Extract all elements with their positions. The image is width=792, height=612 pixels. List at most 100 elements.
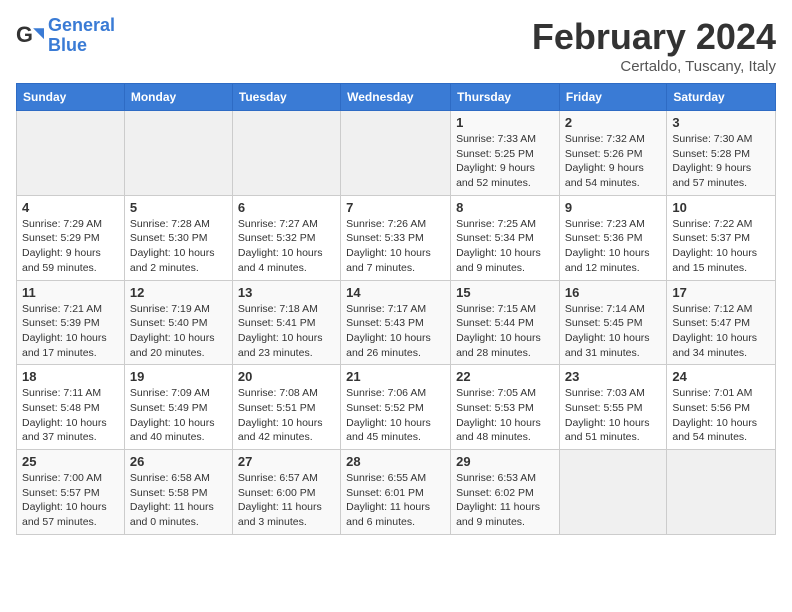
day-info: Sunrise: 7:05 AM Sunset: 5:53 PM Dayligh… [456,386,554,445]
day-number: 6 [238,200,335,215]
day-info: Sunrise: 7:33 AM Sunset: 5:25 PM Dayligh… [456,132,554,191]
logo-text: General Blue [48,16,115,56]
calendar-cell: 24 Sunrise: 7:01 AM Sunset: 5:56 PM Dayli… [667,365,776,450]
day-number: 24 [672,369,770,384]
calendar-cell: 8 Sunrise: 7:25 AM Sunset: 5:34 PM Daylig… [451,195,560,280]
calendar-cell: 11Sunrise: 7:21 AM Sunset: 5:39 PM Dayli… [17,280,125,365]
day-info: Sunrise: 6:55 AM Sunset: 6:01 PM Dayligh… [346,471,445,530]
calendar-cell: 14 Sunrise: 7:17 AM Sunset: 5:43 PM Dayli… [341,280,451,365]
day-number: 9 [565,200,661,215]
calendar-cell: 1Sunrise: 7:33 AM Sunset: 5:25 PM Daylig… [451,111,560,196]
calendar-cell: 4 Sunrise: 7:29 AM Sunset: 5:29 PM Daylig… [17,195,125,280]
day-number: 12 [130,285,227,300]
header-day-thursday: Thursday [451,84,560,111]
day-number: 17 [672,285,770,300]
calendar-cell: 23Sunrise: 7:03 AM Sunset: 5:55 PM Dayli… [559,365,666,450]
day-number: 25 [22,454,119,469]
calendar-cell: 10Sunrise: 7:22 AM Sunset: 5:37 PM Dayli… [667,195,776,280]
day-info: Sunrise: 6:53 AM Sunset: 6:02 PM Dayligh… [456,471,554,530]
calendar-week-1: 1Sunrise: 7:33 AM Sunset: 5:25 PM Daylig… [17,111,776,196]
calendar-cell: 9 Sunrise: 7:23 AM Sunset: 5:36 PM Daylig… [559,195,666,280]
day-info: Sunrise: 7:27 AM Sunset: 5:32 PM Dayligh… [238,217,335,276]
day-number: 26 [130,454,227,469]
calendar-cell: 25 Sunrise: 7:00 AM Sunset: 5:57 PM Dayli… [17,450,125,535]
day-number: 19 [130,369,227,384]
header-day-saturday: Saturday [667,84,776,111]
month-title: February 2024 [532,16,776,58]
day-info: Sunrise: 7:17 AM Sunset: 5:43 PM Dayligh… [346,302,445,361]
header-day-tuesday: Tuesday [232,84,340,111]
calendar-cell: 19Sunrise: 7:09 AM Sunset: 5:49 PM Dayli… [124,365,232,450]
day-info: Sunrise: 7:25 AM Sunset: 5:34 PM Dayligh… [456,217,554,276]
day-number: 27 [238,454,335,469]
day-info: Sunrise: 7:19 AM Sunset: 5:40 PM Dayligh… [130,302,227,361]
calendar-cell: 29Sunrise: 6:53 AM Sunset: 6:02 PM Dayli… [451,450,560,535]
day-info: Sunrise: 7:29 AM Sunset: 5:29 PM Dayligh… [22,217,119,276]
day-info: Sunrise: 7:15 AM Sunset: 5:44 PM Dayligh… [456,302,554,361]
day-info: Sunrise: 7:08 AM Sunset: 5:51 PM Dayligh… [238,386,335,445]
day-number: 21 [346,369,445,384]
day-info: Sunrise: 7:00 AM Sunset: 5:57 PM Dayligh… [22,471,119,530]
calendar-cell: 20 Sunrise: 7:08 AM Sunset: 5:51 PM Dayli… [232,365,340,450]
day-number: 20 [238,369,335,384]
calendar-cell: 3 Sunrise: 7:30 AM Sunset: 5:28 PM Daylig… [667,111,776,196]
day-info: Sunrise: 7:06 AM Sunset: 5:52 PM Dayligh… [346,386,445,445]
day-info: Sunrise: 7:01 AM Sunset: 5:56 PM Dayligh… [672,386,770,445]
day-info: Sunrise: 7:11 AM Sunset: 5:48 PM Dayligh… [22,386,119,445]
day-info: Sunrise: 7:22 AM Sunset: 5:37 PM Dayligh… [672,217,770,276]
calendar-cell [232,111,340,196]
calendar-cell [667,450,776,535]
day-number: 3 [672,115,770,130]
title-block: February 2024 Certaldo, Tuscany, Italy [532,16,776,75]
header-day-friday: Friday [559,84,666,111]
calendar-cell: 7Sunrise: 7:26 AM Sunset: 5:33 PM Daylig… [341,195,451,280]
calendar-cell: 18 Sunrise: 7:11 AM Sunset: 5:48 PM Dayli… [17,365,125,450]
calendar-cell: 22 Sunrise: 7:05 AM Sunset: 5:53 PM Dayli… [451,365,560,450]
header-row: SundayMondayTuesdayWednesdayThursdayFrid… [17,84,776,111]
day-number: 4 [22,200,119,215]
day-info: Sunrise: 7:12 AM Sunset: 5:47 PM Dayligh… [672,302,770,361]
calendar-cell: 13 Sunrise: 7:18 AM Sunset: 5:41 PM Dayli… [232,280,340,365]
logo-blue: Blue [48,36,115,56]
day-number: 5 [130,200,227,215]
day-info: Sunrise: 7:32 AM Sunset: 5:26 PM Dayligh… [565,132,661,191]
calendar-week-2: 4 Sunrise: 7:29 AM Sunset: 5:29 PM Daylig… [17,195,776,280]
day-number: 2 [565,115,661,130]
calendar-cell [559,450,666,535]
day-number: 8 [456,200,554,215]
header-day-sunday: Sunday [17,84,125,111]
calendar-cell: 26 Sunrise: 6:58 AM Sunset: 5:58 PM Dayli… [124,450,232,535]
day-info: Sunrise: 7:18 AM Sunset: 5:41 PM Dayligh… [238,302,335,361]
calendar-cell: 28 Sunrise: 6:55 AM Sunset: 6:01 PM Dayli… [341,450,451,535]
day-info: Sunrise: 6:58 AM Sunset: 5:58 PM Dayligh… [130,471,227,530]
calendar-cell: 16 Sunrise: 7:14 AM Sunset: 5:45 PM Dayli… [559,280,666,365]
day-info: Sunrise: 7:03 AM Sunset: 5:55 PM Dayligh… [565,386,661,445]
calendar-cell: 6 Sunrise: 7:27 AM Sunset: 5:32 PM Daylig… [232,195,340,280]
svg-text:G: G [16,22,33,47]
day-number: 16 [565,285,661,300]
calendar-cell: 2 Sunrise: 7:32 AM Sunset: 5:26 PM Daylig… [559,111,666,196]
day-number: 13 [238,285,335,300]
calendar-week-5: 25 Sunrise: 7:00 AM Sunset: 5:57 PM Dayli… [17,450,776,535]
calendar-week-4: 18 Sunrise: 7:11 AM Sunset: 5:48 PM Dayli… [17,365,776,450]
logo: G General Blue [16,16,115,56]
day-number: 28 [346,454,445,469]
day-number: 18 [22,369,119,384]
day-info: Sunrise: 7:23 AM Sunset: 5:36 PM Dayligh… [565,217,661,276]
day-info: Sunrise: 7:30 AM Sunset: 5:28 PM Dayligh… [672,132,770,191]
calendar-cell [341,111,451,196]
page-header: G General Blue February 2024 Certaldo, T… [16,16,776,75]
day-info: Sunrise: 7:14 AM Sunset: 5:45 PM Dayligh… [565,302,661,361]
logo-icon: G [16,22,44,50]
calendar-header: SundayMondayTuesdayWednesdayThursdayFrid… [17,84,776,111]
location-subtitle: Certaldo, Tuscany, Italy [532,58,776,75]
day-number: 11 [22,285,119,300]
calendar-cell: 5Sunrise: 7:28 AM Sunset: 5:30 PM Daylig… [124,195,232,280]
day-number: 14 [346,285,445,300]
calendar-cell [17,111,125,196]
calendar-cell: 17 Sunrise: 7:12 AM Sunset: 5:47 PM Dayli… [667,280,776,365]
calendar-body: 1Sunrise: 7:33 AM Sunset: 5:25 PM Daylig… [17,111,776,535]
day-number: 22 [456,369,554,384]
calendar-cell: 27Sunrise: 6:57 AM Sunset: 6:00 PM Dayli… [232,450,340,535]
header-day-monday: Monday [124,84,232,111]
